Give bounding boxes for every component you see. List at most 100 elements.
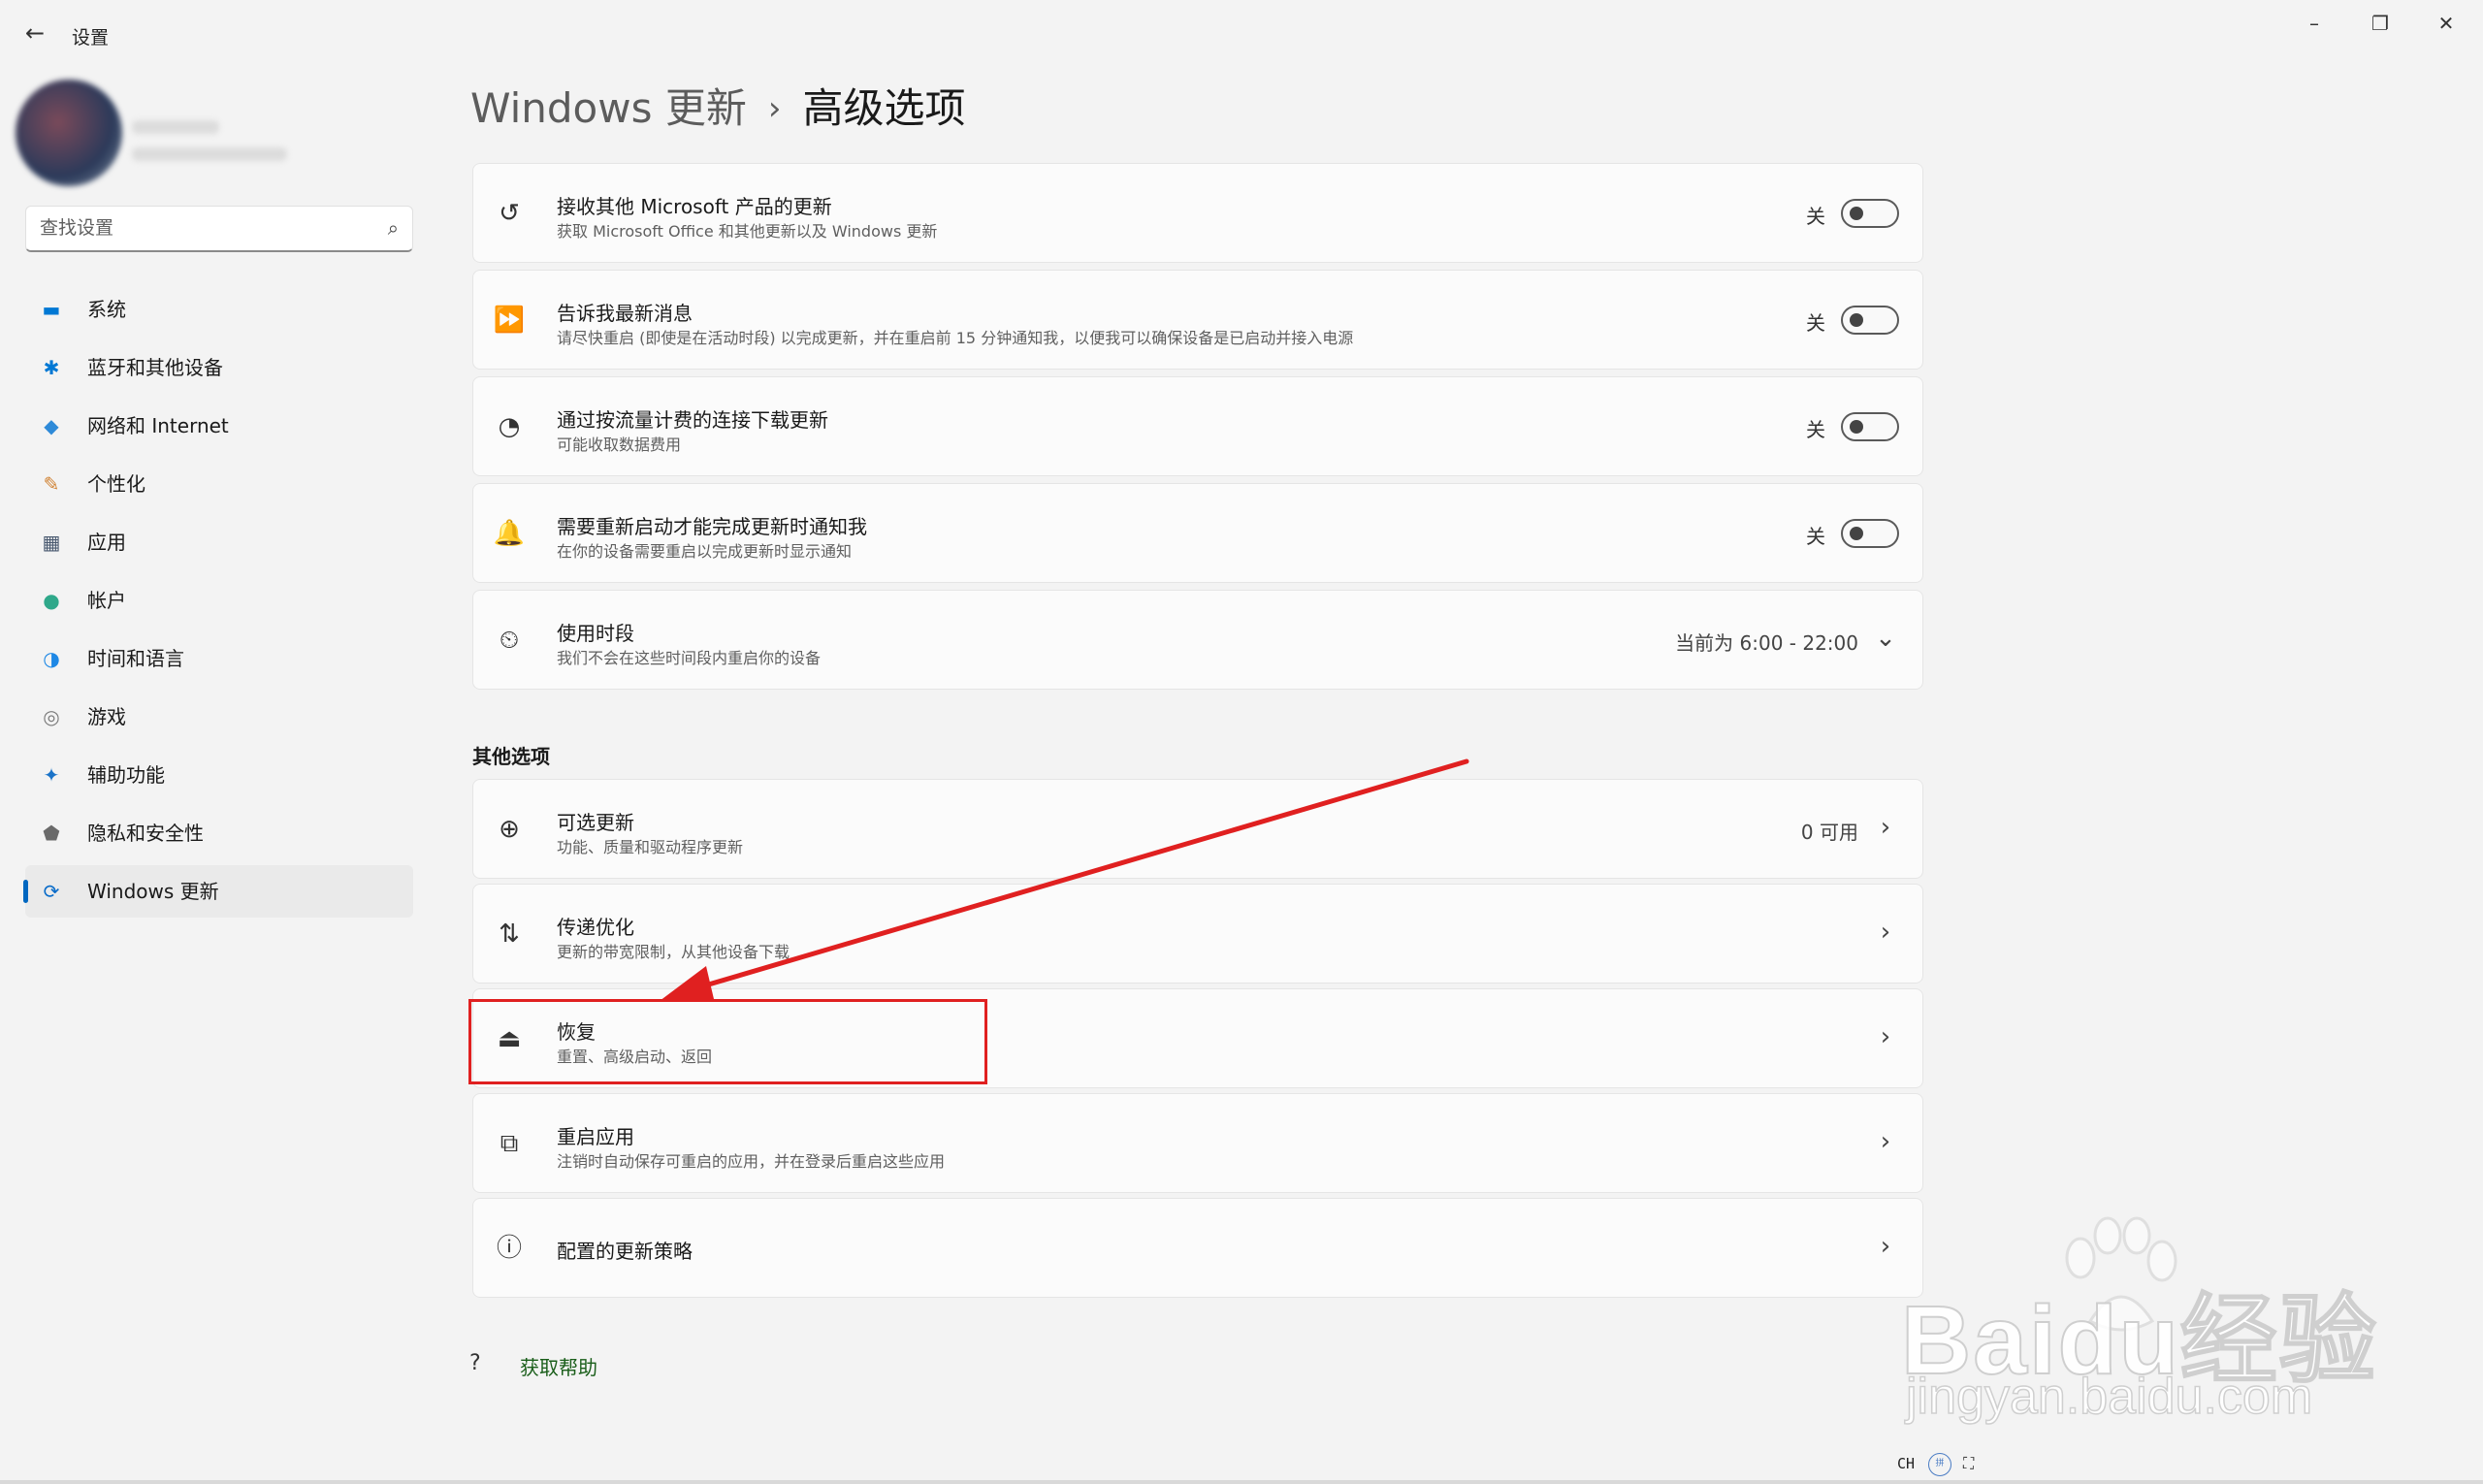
setting-title: 使用时段 xyxy=(557,622,634,645)
setting-card-get-latest: ⏩ 告诉我最新消息 请尽快重启 (即使是在活动时段) 以完成更新，并在重启前 1… xyxy=(472,270,1923,370)
profile-name-blurred xyxy=(132,120,219,134)
sidebar-item-label: 蓝牙和其他设备 xyxy=(87,356,223,379)
setting-card-other-products: ↺ 接收其他 Microsoft 产品的更新 获取 Microsoft Offi… xyxy=(472,163,1923,263)
apps-icon: ▦ xyxy=(42,531,61,554)
page-title: 高级选项 xyxy=(802,84,966,132)
sidebar-item-personalization[interactable]: ✎ 个性化 xyxy=(25,458,413,510)
sidebar-item-privacy[interactable]: ⬟ 隐私和安全性 xyxy=(25,807,413,859)
sidebar-item-bluetooth[interactable]: ✱ 蓝牙和其他设备 xyxy=(25,341,413,394)
close-button[interactable]: ✕ xyxy=(2417,8,2475,39)
sidebar-item-apps[interactable]: ▦ 应用 xyxy=(25,516,413,568)
globe-icon: ◑ xyxy=(43,647,60,670)
setting-title: 接收其他 Microsoft 产品的更新 xyxy=(557,195,832,218)
update-icon: ⟳ xyxy=(43,880,60,903)
active-hours-value: 当前为 6:00 - 22:00 xyxy=(1675,631,1858,655)
sidebar-item-label: 时间和语言 xyxy=(87,647,184,670)
sidebar-item-accounts[interactable]: ● 帐户 xyxy=(25,574,413,627)
clock-icon: ⏲ xyxy=(499,626,520,655)
sidebar-item-system[interactable]: ▬ 系统 xyxy=(25,283,413,336)
setting-title: 可选更新 xyxy=(557,811,634,834)
toggle-state-label: 关 xyxy=(1806,311,1825,335)
avatar xyxy=(16,80,122,186)
get-help-link[interactable]: 获取帮助 xyxy=(520,1352,597,1380)
fullscreen-icon[interactable]: ⛶ xyxy=(1963,1453,1981,1474)
link-card-optional-updates[interactable]: ⊕ 可选更新 功能、质量和驱动程序更新 0 可用 › xyxy=(472,779,1923,879)
sidebar-item-network[interactable]: ◆ 网络和 Internet xyxy=(25,400,413,452)
window-bottom-border xyxy=(0,1480,2483,1484)
sidebar-item-accessibility[interactable]: ✦ 辅助功能 xyxy=(25,749,413,801)
sidebar-item-label: 系统 xyxy=(87,298,126,321)
chevron-right-icon: › xyxy=(767,89,782,128)
maximize-button[interactable]: ❐ xyxy=(2351,8,2409,39)
link-card-update-policies[interactable]: ⓘ 配置的更新策略 › xyxy=(472,1198,1923,1298)
link-card-restart-apps[interactable]: ⧉ 重启应用 注销时自动保存可重启的应用，并在登录后重启这些应用 › xyxy=(472,1093,1923,1193)
setting-title: 传递优化 xyxy=(557,916,634,939)
input-language-indicator[interactable]: CH xyxy=(1897,1455,1915,1472)
setting-subtitle: 获取 Microsoft Office 和其他更新以及 Windows 更新 xyxy=(557,222,938,241)
minimize-button[interactable]: – xyxy=(2285,8,2343,39)
toggle-switch[interactable] xyxy=(1841,519,1899,548)
setting-title: 告诉我最新消息 xyxy=(557,302,693,325)
section-title-other-options: 其他选项 xyxy=(472,745,550,768)
chevron-down-icon[interactable]: ⌄ xyxy=(1874,622,1897,655)
toggle-state-label: 关 xyxy=(1806,525,1825,548)
setting-card-metered: ◔ 通过按流量计费的连接下载更新 可能收取数据费用 关 xyxy=(472,376,1923,476)
history-icon: ↺ xyxy=(499,199,520,228)
ime-icon[interactable]: 拼 xyxy=(1928,1453,1951,1476)
setting-title: 通过按流量计费的连接下载更新 xyxy=(557,408,828,432)
title-bar: ← 设置 – ❐ ✕ xyxy=(0,0,2483,68)
search-box: ⌕ xyxy=(25,206,413,252)
gamepad-icon: ◎ xyxy=(43,705,60,728)
shield-icon: ⬟ xyxy=(43,822,60,845)
setting-subtitle: 可能收取数据费用 xyxy=(557,436,682,454)
optional-updates-count: 0 可用 xyxy=(1800,821,1858,844)
sidebar-item-time-language[interactable]: ◑ 时间和语言 xyxy=(25,632,413,685)
breadcrumb: Windows 更新 › 高级选项 xyxy=(470,80,965,138)
sidebar-item-gaming[interactable]: ◎ 游戏 xyxy=(25,691,413,743)
sidebar-item-label: 网络和 Internet xyxy=(87,414,229,437)
sidebar-item-label: 应用 xyxy=(87,531,126,554)
wifi-icon: ◆ xyxy=(44,414,59,437)
account-icon: ● xyxy=(43,589,60,612)
sidebar-nav: ▬ 系统 ✱ 蓝牙和其他设备 ◆ 网络和 Internet ✎ 个性化 ▦ 应用… xyxy=(23,283,413,923)
sidebar-item-label: 个性化 xyxy=(87,472,145,496)
sidebar-item-label: 游戏 xyxy=(87,705,126,728)
toggle-switch[interactable] xyxy=(1841,412,1899,441)
sidebar-item-label: 辅助功能 xyxy=(87,763,165,787)
restart-apps-icon: ⧉ xyxy=(500,1129,519,1158)
search-input[interactable] xyxy=(40,207,370,249)
delivery-optimization-icon: ⇅ xyxy=(499,919,520,949)
setting-subtitle: 注销时自动保存可重启的应用，并在登录后重启这些应用 xyxy=(557,1152,946,1171)
setting-card-restart-notify: 🔔 需要重新启动才能完成更新时通知我 在你的设备需要重启以完成更新时显示通知 关 xyxy=(472,483,1923,583)
toggle-knob xyxy=(1850,527,1863,540)
toggle-switch[interactable] xyxy=(1841,199,1899,228)
plus-circle-icon: ⊕ xyxy=(499,815,520,844)
sidebar-item-label: 隐私和安全性 xyxy=(87,822,204,845)
toggle-state-label: 关 xyxy=(1806,418,1825,441)
annotation-highlight-box xyxy=(468,999,987,1084)
back-button[interactable]: ← xyxy=(19,17,50,48)
sidebar-item-windows-update[interactable]: ⟳ Windows 更新 xyxy=(23,865,413,918)
toggle-switch[interactable] xyxy=(1841,306,1899,335)
watermark-url: jingyan.baidu.com xyxy=(1905,1368,2313,1426)
accessibility-icon: ✦ xyxy=(43,763,60,787)
setting-subtitle: 请尽快重启 (即使是在活动时段) 以完成更新，并在重启前 15 分钟通知我，以便… xyxy=(557,329,1354,347)
breadcrumb-parent[interactable]: Windows 更新 xyxy=(470,84,747,132)
user-profile[interactable] xyxy=(16,80,287,196)
search-icon[interactable]: ⌕ xyxy=(388,216,399,240)
chevron-right-icon: › xyxy=(1880,1022,1891,1051)
toggle-knob xyxy=(1850,313,1863,327)
speedometer-icon: ◔ xyxy=(498,412,521,441)
toggle-knob xyxy=(1850,420,1863,434)
link-card-delivery-optimization[interactable]: ⇅ 传递优化 更新的带宽限制，从其他设备下载 › xyxy=(472,884,1923,984)
setting-title: 配置的更新策略 xyxy=(557,1240,693,1263)
chevron-right-icon: › xyxy=(1880,918,1891,947)
bluetooth-icon: ✱ xyxy=(43,356,60,379)
setting-card-active-hours[interactable]: ⏲ 使用时段 我们不会在这些时间段内重启你的设备 当前为 6:00 - 22:0… xyxy=(472,590,1923,690)
setting-title: 需要重新启动才能完成更新时通知我 xyxy=(557,515,867,538)
sidebar-item-label: Windows 更新 xyxy=(87,880,219,903)
bell-icon: 🔔 xyxy=(493,519,526,548)
fast-forward-icon: ⏩ xyxy=(493,306,526,335)
app-title: 设置 xyxy=(72,27,110,48)
chevron-right-icon: › xyxy=(1880,813,1891,842)
